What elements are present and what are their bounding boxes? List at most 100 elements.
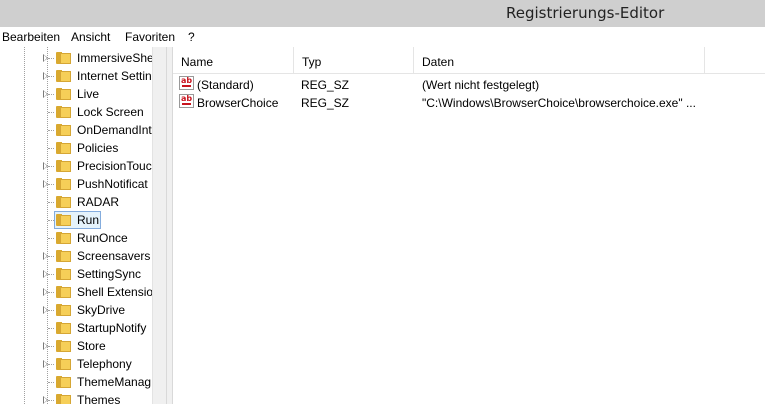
folder-icon <box>56 142 72 154</box>
registry-values-list[interactable]: Name Typ Daten ab (Standard) REG_SZ (Wer… <box>173 47 765 404</box>
tree-item-label: Lock Screen <box>77 105 144 119</box>
tree-item[interactable]: Lock Screen <box>0 103 152 121</box>
folder-icon <box>56 70 72 82</box>
tree-item[interactable]: SkyDrive <box>0 301 152 319</box>
expand-arrow-icon[interactable] <box>43 360 48 368</box>
tree-item[interactable]: ImmersiveShe <box>0 49 154 67</box>
tree-item-label: RADAR <box>77 195 120 209</box>
expand-arrow-icon[interactable] <box>43 162 48 170</box>
tree-scrollbar[interactable] <box>152 47 167 404</box>
tree-item-label: StartupNotify <box>77 321 147 335</box>
column-label: Daten <box>422 55 455 69</box>
tree-item[interactable]: RADAR <box>0 193 152 211</box>
tree-connector <box>48 76 54 77</box>
tree-item-label: ThemeManag <box>77 375 152 389</box>
folder-icon <box>56 322 72 334</box>
tree-item[interactable]: ThemeManag <box>0 373 152 391</box>
tree-connector <box>48 58 54 59</box>
expand-arrow-icon[interactable] <box>43 342 48 350</box>
menu-bearbeiten[interactable]: Bearbeiten <box>2 30 60 44</box>
expand-arrow-icon[interactable] <box>43 306 48 314</box>
expand-arrow-icon[interactable] <box>43 252 48 260</box>
tree-item-label: SkyDrive <box>77 303 126 317</box>
tree-item-label: PushNotificat <box>77 177 148 191</box>
tree-item[interactable]: Internet Settin <box>0 67 152 85</box>
tree-connector <box>48 130 54 131</box>
tree-item[interactable]: StartupNotify <box>0 319 152 337</box>
column-label: Name <box>181 55 214 69</box>
tree-connector <box>48 310 54 311</box>
string-value-icon: ab <box>179 76 194 90</box>
folder-icon <box>56 376 72 388</box>
tree-connector <box>48 148 54 149</box>
tree-connector <box>48 292 54 293</box>
value-data: (Wert nicht festgelegt) <box>422 78 540 92</box>
value-data: "C:\Windows\BrowserChoice\browserchoice.… <box>422 96 696 110</box>
tree-item-label: PrecisionTouc <box>77 159 152 173</box>
tree-item-label: SettingSync <box>77 267 142 281</box>
registry-key-tree[interactable]: ImmersiveShe Internet Settin Live Lock Scre… <box>0 47 166 404</box>
tree-item-label: Policies <box>77 141 119 155</box>
column-header-daten[interactable]: Daten <box>414 47 705 73</box>
tree-item[interactable]: Themes <box>0 391 152 404</box>
folder-icon <box>56 196 72 208</box>
tree-item-label: Store <box>77 339 106 353</box>
tree-item-label: Internet Settin <box>77 69 152 83</box>
expand-arrow-icon[interactable] <box>43 54 48 62</box>
expand-arrow-icon[interactable] <box>43 90 48 98</box>
tree-item[interactable]: PushNotificat <box>0 175 152 193</box>
menu-favoriten[interactable]: Favoriten <box>125 30 175 44</box>
value-type: REG_SZ <box>301 78 350 92</box>
tree-item-label: Run <box>77 213 100 227</box>
folder-icon <box>56 178 72 190</box>
column-header-name[interactable]: Name <box>173 47 294 73</box>
menu-ansicht[interactable]: Ansicht <box>71 30 110 44</box>
tree-item[interactable]: Screensavers <box>0 247 152 265</box>
tree-item[interactable]: Policies <box>0 139 152 157</box>
folder-icon <box>56 250 72 262</box>
column-label: Typ <box>302 55 322 69</box>
folder-icon <box>56 358 72 370</box>
tree-item[interactable]: Store <box>0 337 152 355</box>
folder-icon <box>56 214 72 226</box>
list-header: Name Typ Daten <box>173 47 765 74</box>
tree-connector <box>48 274 54 275</box>
tree-item-label: Telephony <box>77 357 132 371</box>
tree-item[interactable]: Run <box>0 211 152 229</box>
tree-item[interactable]: Live <box>0 85 152 103</box>
folder-icon <box>56 88 72 100</box>
tree-item[interactable]: PrecisionTouc <box>0 157 152 175</box>
expand-arrow-icon[interactable] <box>43 288 48 296</box>
value-type: REG_SZ <box>301 96 350 110</box>
string-value-icon: ab <box>179 94 194 108</box>
title-bar: Registrierungs-Editor <box>0 0 765 27</box>
expand-arrow-icon[interactable] <box>43 180 48 188</box>
tree-item-label: ImmersiveShe <box>77 51 154 65</box>
tree-item[interactable]: RunOnce <box>0 229 152 247</box>
tree-connector <box>48 220 54 221</box>
folder-icon <box>56 106 72 118</box>
tree-item[interactable]: OnDemandInt <box>0 121 152 139</box>
tree-connector <box>48 400 54 401</box>
tree-item[interactable]: Telephony <box>0 355 152 373</box>
list-row[interactable]: ab BrowserChoice REG_SZ "C:\Windows\Brow… <box>173 93 765 111</box>
tree-item-label: RunOnce <box>77 231 128 245</box>
list-row[interactable]: ab (Standard) REG_SZ (Wert nicht festgel… <box>173 75 765 93</box>
tree-item[interactable]: Shell Extension <box>0 283 160 301</box>
menu-help[interactable]: ? <box>188 30 195 44</box>
expand-arrow-icon[interactable] <box>43 270 48 278</box>
menu-bar: Bearbeiten Ansicht Favoriten ? <box>0 27 765 48</box>
folder-icon <box>56 124 72 136</box>
column-header-typ[interactable]: Typ <box>294 47 414 73</box>
folder-icon <box>56 340 72 352</box>
pane-splitter[interactable] <box>166 47 173 404</box>
tree-item[interactable]: SettingSync <box>0 265 152 283</box>
expand-arrow-icon[interactable] <box>43 72 48 80</box>
folder-icon <box>56 232 72 244</box>
expand-arrow-icon[interactable] <box>43 396 48 404</box>
tree-connector <box>48 112 54 113</box>
value-name: BrowserChoice <box>197 96 279 110</box>
tree-connector <box>48 184 54 185</box>
tree-connector <box>48 328 54 329</box>
tree-item-label: Shell Extension <box>77 285 160 299</box>
